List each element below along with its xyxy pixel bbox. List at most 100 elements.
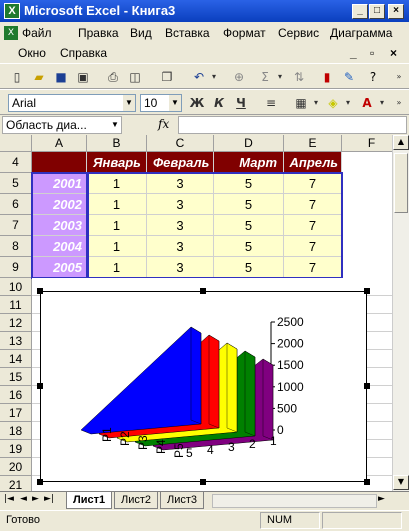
table-cell[interactable]: 7	[284, 173, 342, 194]
row-header[interactable]: 13	[0, 332, 32, 350]
sheet-tab[interactable]: Лист1	[66, 492, 113, 509]
row-header[interactable]: 5	[0, 173, 32, 194]
scroll-right-icon[interactable]: ►	[378, 494, 385, 504]
minimize-button[interactable]: _	[352, 4, 368, 19]
table-cell[interactable]: 1	[87, 236, 147, 257]
menu-format[interactable]: Формат	[223, 26, 266, 40]
resize-handle[interactable]	[364, 479, 370, 485]
table-cell[interactable]: 5	[214, 257, 284, 278]
help-icon[interactable]: ?	[364, 68, 382, 86]
sheet-tab[interactable]: Лист2	[114, 492, 159, 509]
fill-dropdown-icon[interactable]: ▾	[339, 94, 357, 112]
year-cell[interactable]: 2004	[32, 236, 87, 257]
select-all-corner[interactable]	[0, 135, 32, 152]
menu-window[interactable]: Окно	[18, 46, 46, 60]
borders-dropdown-icon[interactable]: ▾	[307, 94, 325, 112]
font-name-select[interactable]: Arial ▼	[8, 94, 136, 112]
row-header[interactable]: 14	[0, 350, 32, 368]
doc-restore-button[interactable]: ▫	[370, 46, 374, 60]
scroll-thumb[interactable]	[394, 153, 408, 213]
bold-button[interactable]: Ж	[188, 94, 206, 112]
row-header[interactable]: 15	[0, 368, 32, 386]
table-cell[interactable]: 1	[87, 194, 147, 215]
open-icon[interactable]: ▰	[30, 68, 48, 86]
sort-icon[interactable]: ⇅	[290, 68, 308, 86]
spreadsheet-grid[interactable]: A B C D E F 4 5 6 7 8 9 10 11 12 13 14 1…	[0, 135, 392, 491]
name-box[interactable]: Область диа... ▼	[2, 116, 122, 134]
table-cell[interactable]: 3	[147, 173, 214, 194]
doc-close-button[interactable]: ×	[390, 46, 397, 60]
save-icon[interactable]: ■	[52, 68, 70, 86]
column-header[interactable]: C	[147, 135, 214, 152]
print-icon[interactable]: ⎙	[104, 68, 122, 86]
row-header[interactable]: 10	[0, 278, 32, 296]
table-header-cell[interactable]	[32, 152, 87, 173]
table-cell[interactable]: 5	[214, 236, 284, 257]
year-cell[interactable]: 2003	[32, 215, 87, 236]
next-sheet-icon[interactable]: ►	[32, 494, 39, 504]
table-cell[interactable]: 7	[284, 257, 342, 278]
column-header[interactable]: D	[214, 135, 284, 152]
copy-icon[interactable]: ❐	[158, 68, 176, 86]
resize-handle[interactable]	[37, 288, 43, 294]
drawing-icon[interactable]: ✎	[340, 68, 358, 86]
undo-dropdown-icon[interactable]: ▾	[205, 68, 223, 86]
row-header[interactable]: 12	[0, 314, 32, 332]
table-header-cell[interactable]: Март	[214, 152, 284, 173]
prev-sheet-icon[interactable]: ◄	[20, 494, 27, 504]
table-cell[interactable]: 3	[147, 194, 214, 215]
table-cell[interactable]: 5	[214, 194, 284, 215]
row-header[interactable]: 7	[0, 215, 32, 236]
row-header[interactable]: 21	[0, 476, 32, 491]
font-size-select[interactable]: 10 ▼	[140, 94, 182, 112]
table-cell[interactable]: 7	[284, 236, 342, 257]
close-button[interactable]: ×	[388, 4, 404, 19]
year-cell[interactable]: 2005	[32, 257, 87, 278]
row-header[interactable]: 11	[0, 296, 32, 314]
table-cell[interactable]: 3	[147, 215, 214, 236]
vertical-scrollbar[interactable]: ▲ ▼	[392, 135, 409, 491]
resize-handle[interactable]	[37, 383, 43, 389]
table-cell[interactable]: 5	[214, 215, 284, 236]
table-cell[interactable]: 1	[87, 173, 147, 194]
font-color-dropdown-icon[interactable]: ▾	[373, 94, 391, 112]
table-header-cell[interactable]: Апрель	[284, 152, 342, 173]
table-cell[interactable]: 1	[87, 215, 147, 236]
row-header[interactable]: 4	[0, 152, 32, 173]
chart-area[interactable]: 0 500 1000 1500 2000 2500 P1 P2 P3 P4 P5 5 4 3 2 1	[40, 291, 367, 482]
table-cell[interactable]: 1	[87, 257, 147, 278]
row-header[interactable]: 8	[0, 236, 32, 257]
scroll-up-icon[interactable]: ▲	[393, 135, 409, 150]
menu-view[interactable]: Вид	[130, 26, 152, 40]
menu-chart[interactable]: Диаграмма	[330, 26, 392, 40]
row-header[interactable]: 9	[0, 257, 32, 278]
underline-button[interactable]: Ч	[232, 94, 250, 112]
resize-handle[interactable]	[364, 383, 370, 389]
row-header[interactable]: 20	[0, 458, 32, 476]
resize-handle[interactable]	[200, 479, 206, 485]
table-cell[interactable]: 3	[147, 257, 214, 278]
year-cell[interactable]: 2001	[32, 173, 87, 194]
last-sheet-icon[interactable]: ►|	[44, 494, 54, 504]
doc-minimize-button[interactable]: _	[350, 46, 357, 60]
table-cell[interactable]: 5	[214, 173, 284, 194]
italic-button[interactable]: К	[210, 94, 228, 112]
menu-edit[interactable]: Правка	[78, 26, 119, 40]
table-cell[interactable]: 7	[284, 194, 342, 215]
hyperlink-icon[interactable]: ⊕	[230, 68, 248, 86]
menu-help[interactable]: Справка	[60, 46, 107, 60]
column-header[interactable]: E	[284, 135, 342, 152]
column-header[interactable]: F	[342, 135, 392, 152]
row-header[interactable]: 19	[0, 440, 32, 458]
table-cell[interactable]: 7	[284, 215, 342, 236]
row-header[interactable]: 17	[0, 404, 32, 422]
horizontal-scrollbar[interactable]	[212, 494, 377, 508]
fx-icon[interactable]: fx	[158, 117, 169, 131]
resize-handle[interactable]	[37, 479, 43, 485]
maximize-button[interactable]: □	[369, 4, 385, 19]
chart-wizard-icon[interactable]: ▮	[318, 68, 336, 86]
toolbar-options-icon[interactable]: »	[390, 68, 408, 86]
table-cell[interactable]: 3	[147, 236, 214, 257]
menu-insert[interactable]: Вставка	[165, 26, 210, 40]
sheet-tab[interactable]: Лист3	[160, 492, 205, 509]
